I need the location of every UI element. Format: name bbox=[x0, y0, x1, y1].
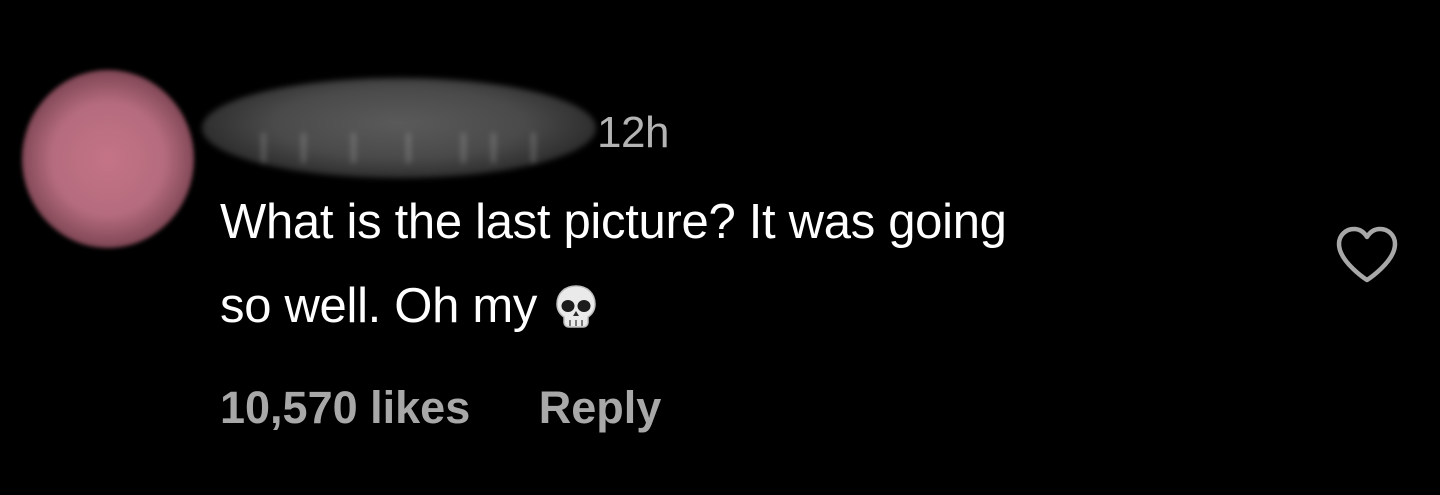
comment-footer: 10,570 likes Reply bbox=[220, 378, 661, 438]
likes-count[interactable]: 10,570 likes bbox=[220, 378, 470, 438]
comment-header: 12h bbox=[200, 78, 800, 178]
comment-text-line-2-wrap: so well. Oh my bbox=[220, 264, 1310, 348]
username-redacted[interactable] bbox=[202, 78, 596, 178]
comment-text: What is the last picture? It was going s… bbox=[220, 180, 1310, 348]
avatar[interactable] bbox=[22, 70, 194, 248]
reply-button[interactable]: Reply bbox=[539, 378, 662, 438]
timestamp: 12h bbox=[597, 108, 669, 157]
heart-outline-icon[interactable] bbox=[1333, 224, 1401, 286]
comment-text-line-1: What is the last picture? It was going bbox=[220, 195, 1007, 249]
comment-item: 12h What is the last picture? It was goi… bbox=[0, 0, 1440, 495]
skull-icon bbox=[556, 285, 596, 328]
comment-text-line-2: so well. Oh my bbox=[220, 279, 538, 333]
